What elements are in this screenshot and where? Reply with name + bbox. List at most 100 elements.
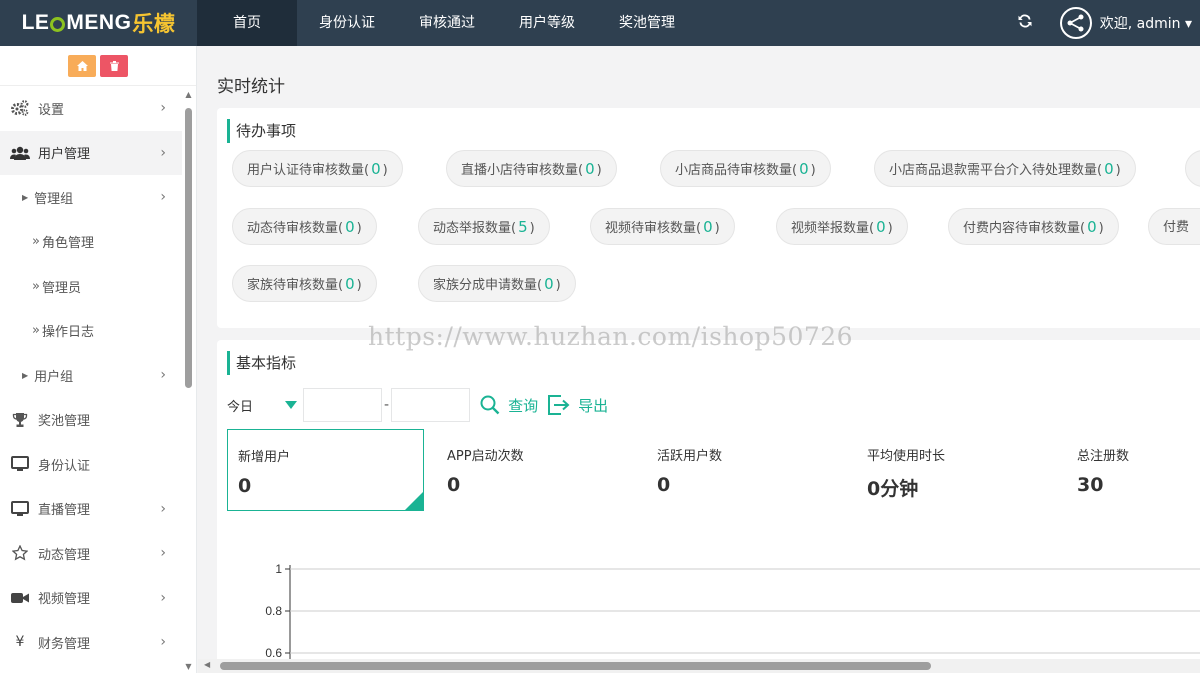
sidebar-item-user-group[interactable]: ▶ 用户组 › xyxy=(0,353,182,398)
nav-approved[interactable]: 审核通过 xyxy=(397,0,497,46)
export-button[interactable]: 导出 xyxy=(548,395,608,416)
sidebar-item-label: 操作日志 xyxy=(41,325,94,341)
end-date-input[interactable] xyxy=(391,388,471,422)
trophy-icon xyxy=(10,412,30,428)
stat-value: 0分钟 xyxy=(867,478,919,500)
todo-pill[interactable]: 小店商品待审核数量(0) xyxy=(660,150,831,187)
scrollbar-thumb[interactable] xyxy=(220,662,931,670)
sidebar-item-dynamics[interactable]: 动态管理 › xyxy=(0,531,182,576)
sidebar-item-role-management[interactable]: » 角色管理 xyxy=(0,220,182,265)
trash-icon xyxy=(109,60,119,71)
todo-pill[interactable]: 用户认证待审核数量(0) xyxy=(232,150,403,187)
scroll-left-icon[interactable]: ◀ xyxy=(204,660,210,669)
sidebar-item-identity[interactable]: 身份认证 xyxy=(0,442,182,487)
sidebar-item-administrators[interactable]: » 管理员 xyxy=(0,264,182,309)
todo-pill[interactable]: 家族待审核数量(0) xyxy=(232,265,377,302)
pill-label: 用户认证待审核数量( xyxy=(247,163,370,178)
home-icon xyxy=(76,60,88,71)
todo-title: 待办事项 xyxy=(227,119,296,143)
stat-active-users[interactable]: 活跃用户数 0 xyxy=(647,429,844,511)
user-menu[interactable]: 欢迎, admin ▾ xyxy=(1100,13,1192,33)
query-label: 查询 xyxy=(508,396,539,415)
todo-pill[interactable]: 直播小店待审核数量(0) xyxy=(446,150,617,187)
nav-home[interactable]: 首页 xyxy=(197,0,297,46)
sidebar-item-operation-log[interactable]: » 操作日志 xyxy=(0,309,182,354)
avatar[interactable] xyxy=(1059,7,1092,39)
scrollbar-thumb[interactable] xyxy=(185,108,192,388)
pill-label: 付费 xyxy=(1163,220,1190,235)
pill-label: 小店商品退款需平台介入待处理数量( xyxy=(889,163,1103,178)
stat-new-users[interactable]: 新增用户 0 xyxy=(227,429,424,511)
pill-count: 0 xyxy=(703,218,713,236)
range-select[interactable]: 今日 xyxy=(227,396,297,415)
users-icon xyxy=(10,146,30,160)
pill-count: 5 xyxy=(518,218,528,236)
todo-pill[interactable]: 动态举报数量(5) xyxy=(418,208,550,245)
stat-total-registrations[interactable]: 总注册数 30 xyxy=(1067,429,1200,511)
nav-user-level[interactable]: 用户等级 xyxy=(497,0,597,46)
home-button[interactable] xyxy=(68,54,96,77)
sidebar-item-settings[interactable]: 设置 › xyxy=(0,86,182,131)
scroll-up-icon[interactable]: ▲ xyxy=(184,90,193,99)
sidebar-scrollbar[interactable]: ▲ ▼ xyxy=(184,86,193,673)
nav-prize-pool[interactable]: 奖池管理 xyxy=(597,0,697,46)
sidebar-item-prize-pool[interactable]: 奖池管理 xyxy=(0,398,182,443)
sidebar-item-admin-group[interactable]: ▶ 管理组 › xyxy=(0,175,182,220)
sidebar-item-label: 身份认证 xyxy=(38,458,91,474)
caret-right-icon: ▶ xyxy=(22,370,29,380)
todo-pill[interactable]: 视频举报数量(0) xyxy=(776,208,908,245)
chevron-right-icon: › xyxy=(160,589,166,606)
todo-pill[interactable]: 小店商品退款需平台介入待处理数量(0) xyxy=(874,150,1136,187)
stat-label: 活跃用户数 xyxy=(657,449,723,464)
sidebar-item-finance[interactable]: ¥ 财务管理 › xyxy=(0,620,182,665)
top-nav: 首页 身份认证 审核通过 用户等级 奖池管理 xyxy=(197,0,697,46)
pill-count: 0 xyxy=(371,160,381,178)
basic-metrics-title: 基本指标 xyxy=(227,351,296,375)
todo-pill[interactable]: 动态待审核数量(0) xyxy=(232,208,377,245)
todo-pill[interactable]: 视频待审核数量(0) xyxy=(590,208,735,245)
search-icon xyxy=(480,395,500,415)
chevron-right-icon: › xyxy=(160,500,166,517)
todo-pill-cut[interactable] xyxy=(1185,150,1200,187)
selected-corner-icon xyxy=(405,492,423,510)
refresh-icon[interactable] xyxy=(1010,13,1040,34)
pill-label: 直播小店待审核数量( xyxy=(461,163,584,178)
query-button[interactable]: 查询 xyxy=(480,395,538,416)
todo-pill[interactable]: 付费 xyxy=(1148,208,1200,245)
export-icon xyxy=(548,395,570,415)
main-horizontal-scrollbar[interactable]: ◀ xyxy=(198,659,1200,673)
nav-identity[interactable]: 身份认证 xyxy=(297,0,397,46)
todo-pill[interactable]: 家族分成申请数量(0) xyxy=(418,265,576,302)
logo[interactable]: LE MENG 乐檬 xyxy=(0,0,197,46)
stat-app-launches[interactable]: APP启动次数 0 xyxy=(437,429,634,511)
top-right: 欢迎, admin ▾ xyxy=(1010,0,1200,46)
export-label: 导出 xyxy=(578,396,609,415)
sidebar-item-label: 视频管理 xyxy=(38,592,91,608)
caret-right-icon: ▶ xyxy=(22,192,29,202)
filter-bar: 今日 - 查询 导出 xyxy=(227,388,608,422)
video-camera-icon xyxy=(10,591,30,605)
sidebar-item-label: 用户组 xyxy=(34,369,74,385)
scroll-down-icon[interactable]: ▼ xyxy=(184,662,193,671)
sidebar-item-label: 直播管理 xyxy=(38,503,91,519)
metrics-chart: 1 0.8 0.6 xyxy=(265,562,1200,673)
sidebar-item-video[interactable]: 视频管理 › xyxy=(0,576,182,621)
stat-value: 0 xyxy=(657,474,671,496)
pill-count: 0 xyxy=(585,160,595,178)
top-bar: LE MENG 乐檬 首页 身份认证 审核通过 用户等级 奖池管理 欢迎, admi… xyxy=(0,0,1200,46)
sidebar-item-live[interactable]: 直播管理 › xyxy=(0,487,182,532)
start-date-input[interactable] xyxy=(303,388,382,422)
pill-label: 视频待审核数量( xyxy=(605,221,702,236)
logo-text-meng: MENG xyxy=(66,11,132,34)
sidebar-item-label: 角色管理 xyxy=(41,236,94,252)
delete-button[interactable] xyxy=(100,54,128,77)
pill-label: 动态待审核数量( xyxy=(247,221,344,236)
stat-avg-usage[interactable]: 平均使用时长 0分钟 xyxy=(857,429,1054,511)
todo-pill[interactable]: 付费内容待审核数量(0) xyxy=(948,208,1119,245)
raquo-icon: » xyxy=(32,278,40,294)
pill-count: 0 xyxy=(1104,160,1114,178)
sidebar-item-label: 财务管理 xyxy=(38,636,91,652)
sidebar-item-user-management[interactable]: 用户管理 › xyxy=(0,130,182,175)
logo-text-le: LE xyxy=(21,11,50,34)
sidebar: 设置 › 用户管理 › ▶ 管理组 › » 角色管理 » 管理员 » 操作日志 xyxy=(0,46,197,673)
